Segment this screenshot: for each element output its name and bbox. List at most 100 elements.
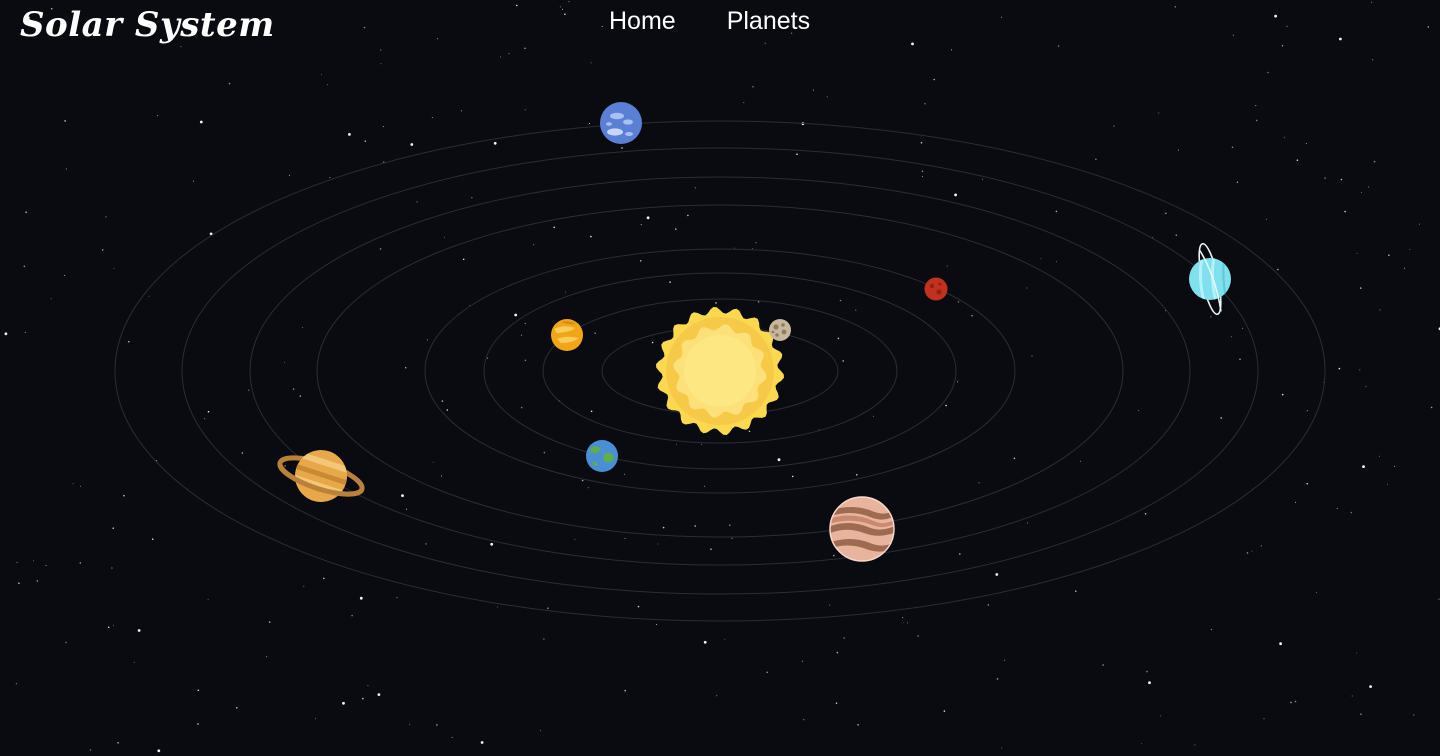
star xyxy=(703,640,707,644)
star xyxy=(933,78,935,81)
star xyxy=(266,656,268,658)
brand-logo[interactable]: Solar System xyxy=(20,2,275,48)
star xyxy=(64,120,66,122)
star xyxy=(687,214,689,217)
star xyxy=(843,637,845,639)
star xyxy=(837,337,840,340)
star xyxy=(675,228,677,230)
star xyxy=(982,178,983,180)
star xyxy=(752,85,754,88)
star xyxy=(1031,355,1033,357)
star xyxy=(436,724,438,726)
star xyxy=(1026,287,1028,289)
star xyxy=(589,123,591,124)
star xyxy=(500,56,501,58)
star xyxy=(842,360,844,362)
nav-home-link[interactable]: Home xyxy=(609,6,676,36)
star xyxy=(1387,483,1388,485)
saturn-icon[interactable] xyxy=(272,438,370,514)
star xyxy=(662,526,665,529)
star xyxy=(292,388,295,390)
star xyxy=(1379,309,1381,311)
star xyxy=(694,525,696,527)
star xyxy=(1055,261,1057,263)
solar-system-scene xyxy=(4,1,1440,753)
star xyxy=(1144,513,1147,515)
star xyxy=(543,638,545,640)
venus-icon[interactable] xyxy=(551,319,583,351)
star xyxy=(72,483,74,485)
star xyxy=(624,538,626,539)
star xyxy=(241,452,244,454)
star xyxy=(1194,744,1196,746)
star xyxy=(1013,457,1016,460)
star xyxy=(151,538,154,540)
star xyxy=(409,723,411,725)
star xyxy=(364,140,367,142)
star xyxy=(1356,252,1358,254)
star xyxy=(1113,125,1115,127)
star xyxy=(302,327,304,329)
star xyxy=(80,485,81,487)
star xyxy=(857,724,859,726)
star xyxy=(1338,367,1341,370)
star xyxy=(123,494,125,497)
star xyxy=(902,617,904,619)
star xyxy=(329,177,331,178)
star xyxy=(64,274,66,276)
star xyxy=(377,693,381,696)
star xyxy=(432,461,434,463)
star xyxy=(574,538,576,540)
mars-icon[interactable] xyxy=(924,277,948,301)
star xyxy=(1279,642,1282,646)
star xyxy=(1344,210,1346,213)
sun-icon[interactable] xyxy=(656,307,784,435)
star xyxy=(826,96,828,98)
star xyxy=(1220,417,1222,419)
jupiter-icon[interactable] xyxy=(828,496,896,562)
star xyxy=(1239,358,1241,361)
star xyxy=(839,299,842,302)
star xyxy=(943,710,946,712)
star xyxy=(23,265,26,268)
star xyxy=(987,604,990,606)
star xyxy=(978,482,980,484)
star xyxy=(441,400,444,402)
top-bar: Solar System Home Planets xyxy=(0,0,1440,50)
star xyxy=(89,749,92,751)
star xyxy=(1158,112,1160,114)
neptune-icon[interactable] xyxy=(600,102,642,144)
mercury-icon[interactable] xyxy=(769,319,791,341)
star xyxy=(315,718,317,720)
star xyxy=(1438,598,1440,600)
star xyxy=(1255,105,1257,107)
star xyxy=(1388,254,1390,256)
star xyxy=(15,683,17,685)
star xyxy=(1340,178,1343,181)
star xyxy=(1102,664,1104,666)
star xyxy=(624,689,626,692)
nav-planets-link[interactable]: Planets xyxy=(727,6,810,36)
star xyxy=(1372,59,1374,61)
uranus-icon[interactable] xyxy=(1189,242,1231,316)
star xyxy=(1148,681,1151,685)
star xyxy=(113,624,114,626)
star xyxy=(946,265,948,267)
star xyxy=(954,193,957,197)
star xyxy=(4,332,8,336)
star xyxy=(1165,212,1167,215)
star xyxy=(1026,522,1028,524)
star xyxy=(533,244,535,246)
star xyxy=(157,115,159,117)
star xyxy=(748,430,751,433)
star xyxy=(112,527,114,529)
earth-icon[interactable] xyxy=(586,440,618,472)
star xyxy=(1359,369,1361,371)
star xyxy=(111,567,113,569)
star xyxy=(1177,149,1179,151)
star xyxy=(581,479,584,482)
star xyxy=(65,168,67,170)
star xyxy=(228,82,231,85)
star xyxy=(553,226,555,229)
star xyxy=(460,110,462,112)
